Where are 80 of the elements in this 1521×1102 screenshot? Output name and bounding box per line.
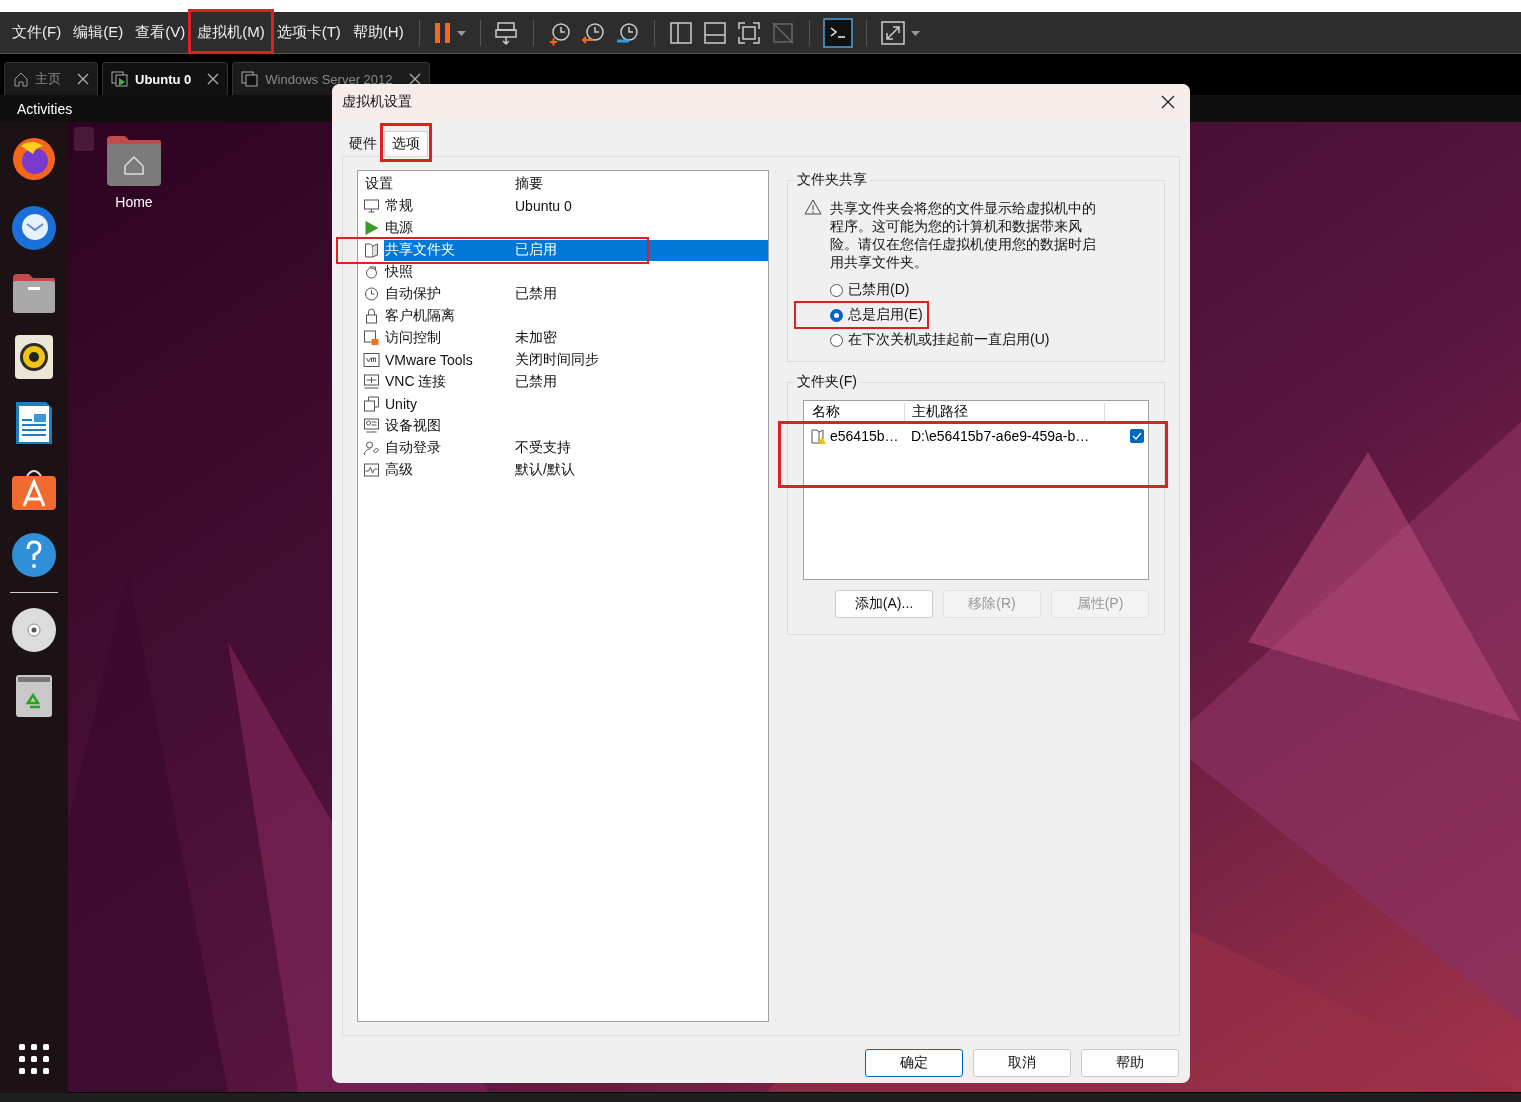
panel-icon[interactable] [701,19,728,46]
group-title: 文件夹共享 [794,171,870,189]
checkbox[interactable] [1130,429,1144,443]
settings-item[interactable]: 自动登录 不受支持 [384,437,768,459]
radio-option[interactable]: 在下次关机或挂起前一直启用(U) [830,331,1050,349]
menu-item[interactable]: 编辑(E) [67,23,130,42]
warning-icon [804,199,822,215]
settings-item[interactable]: VNC 连接 已禁用 [384,371,768,393]
apps-grid-icon[interactable] [18,1043,50,1075]
close-icon[interactable] [207,73,220,85]
dialog-button[interactable]: 取消 [973,1049,1071,1077]
warning-text: 共享文件夹会将您的文件显示给虚拟机中的程序。这可能为您的计算机和数据带来风险。请仅在您信任虚拟机使用您的数据时启用共享文件夹。 [830,199,1097,271]
close-icon[interactable] [77,73,89,85]
clock-icon [363,286,380,302]
column-header: 设置 [365,175,394,193]
chart-icon [363,462,380,478]
settings-item[interactable]: 访问控制 未加密 [384,327,768,349]
vm-tab[interactable]: 主页 [4,62,98,95]
send-keys-icon[interactable] [493,19,520,46]
browser-icon[interactable] [11,136,57,182]
folder-icon [363,242,380,258]
network-icon [363,374,380,390]
menu-item[interactable]: 文件(F) [6,23,68,42]
group-title: 文件夹(F) [794,373,860,391]
vm-icon [111,71,129,87]
table-cell-text: e56415b… [830,428,900,444]
settings-item[interactable]: VMware Tools 关闭时间同步 [384,349,768,371]
home-icon [13,71,29,87]
table-cell-text: D:\e56415b7-a6e9-459a-b… [911,428,1091,444]
highlight-frame [380,123,432,162]
activities-button[interactable]: Activities [0,100,73,117]
menu-item[interactable]: 查看(V) [129,23,192,42]
console-icon[interactable] [822,17,853,48]
settings-item[interactable]: Unity [384,393,768,415]
menu-item[interactable]: 选项卡(T) [270,23,347,42]
play-icon [363,220,380,236]
dialog-button[interactable]: 确定 [865,1049,963,1077]
folder-warning-icon [810,427,827,445]
trash-icon[interactable] [14,673,54,719]
settings-item[interactable]: 常规 Ubuntu 0 [384,195,768,217]
settings-item[interactable]: 快照 [384,261,768,283]
unity-icon[interactable] [769,19,796,46]
vm-tab[interactable]: Ubuntu 0 [102,62,229,95]
settings-item[interactable]: 客户机隔离 [384,305,768,327]
folder-icon[interactable] [11,272,57,314]
window-icon [363,396,380,412]
menu-item[interactable]: 帮助(H) [346,23,410,42]
column-header: 摘要 [515,175,543,193]
speaker-icon[interactable] [14,334,54,380]
dialog-button[interactable]: 添加(A)... [835,590,933,618]
pause-icon[interactable] [432,20,467,45]
disc-icon[interactable] [11,607,57,653]
settings-item[interactable]: 高级 默认/默认 [384,459,768,481]
dialog-tab[interactable]: 硬件 [342,132,384,156]
help-icon[interactable] [11,532,57,578]
settings-item[interactable]: 共享文件夹 已启用 [384,239,768,261]
stretch-icon[interactable] [879,19,922,46]
settings-item[interactable]: 设备视图 [384,415,768,437]
dialog-title: 虚拟机设置 [342,93,412,111]
dialog-tab[interactable]: 选项 [384,131,428,156]
user-key-icon [363,440,380,456]
menu-item[interactable]: 虚拟机(M) [191,23,271,42]
settings-item[interactable]: 自动保护 已禁用 [384,283,768,305]
sidebar-icon[interactable] [667,19,694,46]
radio-option[interactable]: 总是启用(E) [830,306,923,324]
document-icon[interactable] [14,400,54,446]
fullscreen-icon[interactable] [735,19,762,46]
desktop-icon-label: Home [115,194,153,210]
column-header: 名称 [804,403,905,421]
settings-item[interactable]: 电源 [384,217,768,239]
vm-icon [363,352,380,368]
vm-icon [241,71,260,87]
close-icon[interactable] [1161,95,1175,109]
column-header: 主机路径 [905,403,1105,421]
radio-option[interactable]: 已禁用(D) [830,281,910,299]
monitor-icon [363,198,380,214]
close-icon[interactable] [408,73,421,85]
screen-icon [363,418,380,434]
home-folder-icon[interactable] [105,134,163,188]
dialog-button[interactable]: 帮助 [1081,1049,1179,1077]
